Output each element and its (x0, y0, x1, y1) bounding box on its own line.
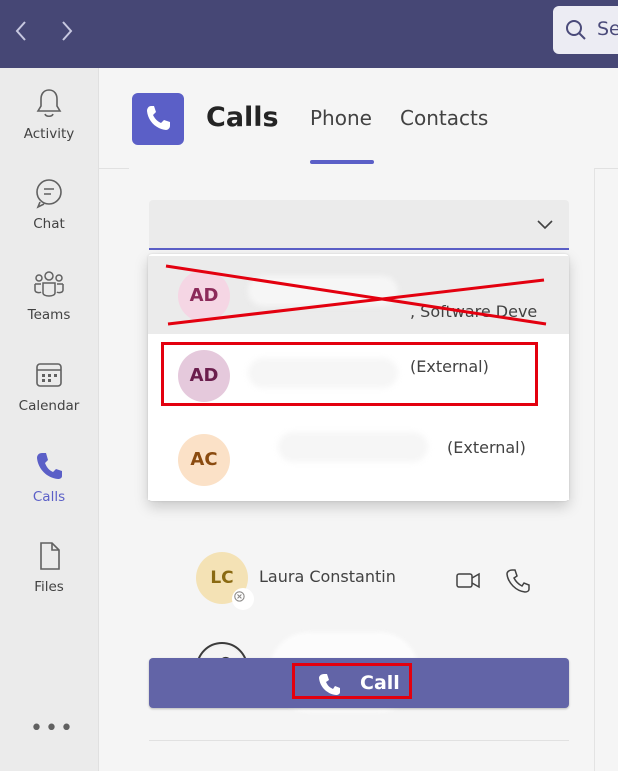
name-redacted (248, 276, 398, 306)
rail-item-calls[interactable]: Calls (0, 449, 98, 529)
teams-icon (34, 271, 64, 297)
page-title: Calls (206, 102, 279, 133)
title-bar: Se (0, 0, 618, 68)
call-button[interactable]: Call (149, 658, 569, 708)
calls-app-tile (132, 93, 184, 145)
avatar: AC (178, 434, 230, 486)
annotation-highlight-box (292, 663, 412, 699)
search-placeholder: Se (597, 18, 618, 40)
presence-offline-icon (232, 588, 254, 610)
contact-name: Laura Constantin (259, 567, 396, 586)
forward-button[interactable] (56, 18, 78, 44)
suggestion-item[interactable]: AD , Software Deve (148, 256, 569, 334)
name-redacted (248, 358, 398, 388)
file-icon (40, 542, 60, 570)
suggestion-item[interactable]: AC (External) (148, 418, 569, 500)
active-tab-indicator (310, 160, 374, 164)
rail-label-teams: Teams (27, 307, 71, 323)
rail-item-activity[interactable]: Activity (0, 86, 98, 166)
rail-label-calendar: Calendar (18, 398, 80, 414)
rail-label-activity: Activity (23, 126, 75, 142)
audio-call-icon[interactable] (504, 566, 532, 594)
avatar: AD (178, 270, 230, 322)
name-redacted (278, 432, 428, 462)
contact-search-combobox[interactable] (149, 200, 569, 250)
chat-icon (36, 179, 62, 209)
search-input[interactable]: Se (553, 6, 618, 54)
bell-icon (36, 89, 62, 118)
phone-icon (37, 453, 62, 479)
suggestion-subtitle: (External) (410, 357, 489, 376)
more-apps-button[interactable]: ••• (30, 716, 75, 741)
phone-icon (147, 106, 170, 130)
suggestion-subtitle: (External) (447, 438, 526, 457)
avatar: AD (178, 350, 230, 402)
rail-label-chat: Chat (33, 216, 65, 232)
rail-item-chat[interactable]: Chat (0, 176, 98, 256)
rail-item-calendar[interactable]: Calendar (0, 358, 98, 438)
rail-label-files: Files (34, 579, 64, 595)
calendar-icon (36, 363, 62, 387)
chevron-right-icon (62, 21, 73, 41)
suggestion-subtitle: , Software Deve (410, 302, 538, 321)
rail-label-calls: Calls (32, 489, 66, 505)
video-call-icon[interactable] (454, 566, 482, 594)
back-button[interactable] (10, 18, 32, 44)
contact-suggestions-dropdown: AD , Software Deve AD (External) AC (Ext… (148, 254, 569, 501)
app-rail: Activity Chat Teams Calendar Calls Files… (0, 68, 99, 771)
rail-item-files[interactable]: Files (0, 539, 98, 619)
rail-item-teams[interactable]: Teams (0, 267, 98, 347)
search-icon (566, 20, 586, 40)
contact-row[interactable]: LC Laura Constantin (149, 552, 532, 612)
chevron-left-icon (15, 21, 26, 41)
tab-contacts[interactable]: Contacts (400, 106, 488, 130)
suggestion-item[interactable]: AD (External) (148, 338, 569, 416)
divider (149, 740, 569, 741)
tab-phone[interactable]: Phone (310, 106, 372, 130)
chevron-down-icon[interactable] (535, 214, 555, 234)
